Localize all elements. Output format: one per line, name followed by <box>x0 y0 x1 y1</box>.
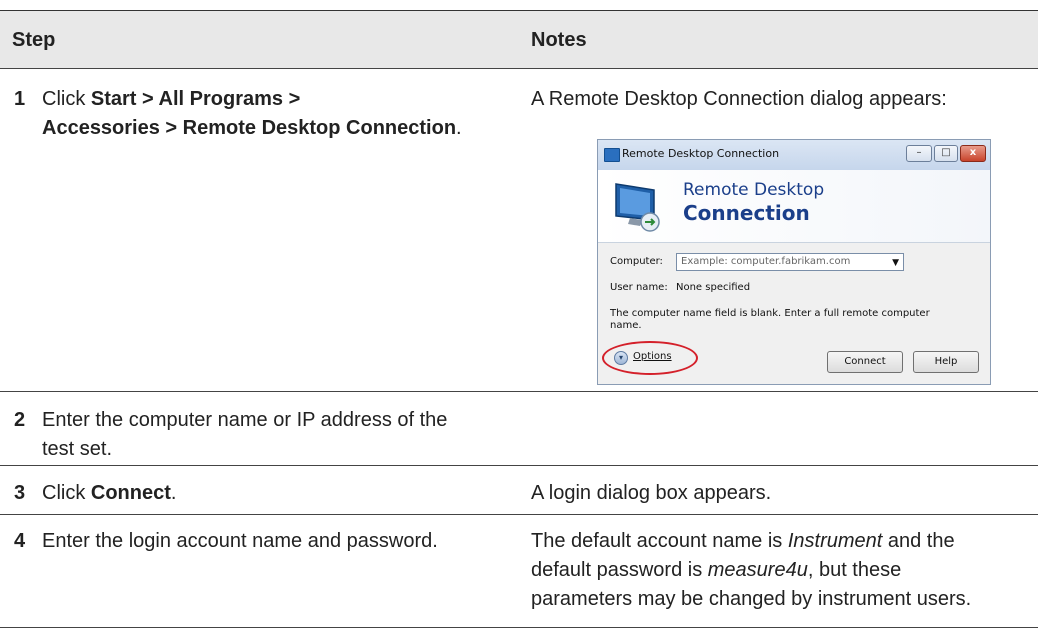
row-divider-1 <box>0 391 1038 392</box>
computer-combobox: Example: computer.fabrikam.com ▼ <box>676 253 904 271</box>
monitor-icon <box>615 183 660 232</box>
header-rule <box>0 68 1038 69</box>
connect-button: Connect <box>827 351 903 373</box>
note-3: A login dialog box appears. <box>531 482 772 504</box>
password-value: measure4u <box>707 559 808 581</box>
step-text-4: Enter the login account name and passwor… <box>42 530 438 552</box>
step-number-3: 3 <box>14 482 26 504</box>
dialog-titlebar: Remote Desktop Connection – □ x <box>598 140 990 170</box>
message-line2: name. <box>610 320 642 331</box>
path-rdc: Remote Desktop Connection <box>182 117 457 139</box>
options-label: Options <box>633 351 672 362</box>
step-number-4: 4 <box>14 530 26 552</box>
help-button: Help <box>913 351 979 373</box>
dialog-banner: Remote Desktop Connection <box>598 170 990 243</box>
chevron-down-icon: ▼ <box>892 258 899 268</box>
banner-title-line1: Remote Desktop <box>683 180 825 200</box>
step-number-2: 2 <box>14 409 26 431</box>
step-text-1: Click Start > All Programs > Accessories… <box>42 88 462 139</box>
row-divider-3 <box>0 514 1038 515</box>
note-4: The default account name is Instrument a… <box>531 530 972 610</box>
maximize-icon: □ <box>934 145 958 162</box>
row-divider-2 <box>0 465 1038 466</box>
message-line1: The computer name field is blank. Enter … <box>610 308 930 319</box>
path-start: Start <box>90 88 137 110</box>
account-name: Instrument <box>787 530 883 552</box>
connect-bold: Connect <box>90 482 171 504</box>
expand-icon: ▾ <box>614 351 628 365</box>
header-notes: Notes <box>531 29 587 51</box>
minimize-icon: – <box>906 145 932 162</box>
banner-title-line2: Connection <box>683 201 810 225</box>
step-number-1: 1 <box>14 88 26 110</box>
header-step: Step <box>12 29 56 51</box>
path-all-programs: All Programs <box>158 88 284 110</box>
username-value: None specified <box>676 282 751 293</box>
note-1: A Remote Desktop Connection dialog appea… <box>531 88 947 110</box>
dialog-title: Remote Desktop Connection <box>622 147 780 160</box>
path-accessories: Accessories <box>42 117 160 139</box>
username-label: User name: <box>610 282 668 293</box>
rdc-dialog-screenshot: Remote Desktop Connection – □ x Remote D… <box>597 139 991 385</box>
table-bottom-rule <box>0 627 1038 628</box>
options-toggle: ▾ Options <box>602 341 702 379</box>
step-text-2: Enter the computer name or IP address of… <box>42 409 448 460</box>
close-icon: x <box>960 145 986 162</box>
computer-label: Computer: <box>610 256 663 267</box>
step-text-3: Click Connect. <box>42 482 177 504</box>
table-header <box>0 11 1038 68</box>
computer-placeholder: Example: computer.fabrikam.com <box>681 256 851 267</box>
rdc-app-icon <box>604 148 620 162</box>
